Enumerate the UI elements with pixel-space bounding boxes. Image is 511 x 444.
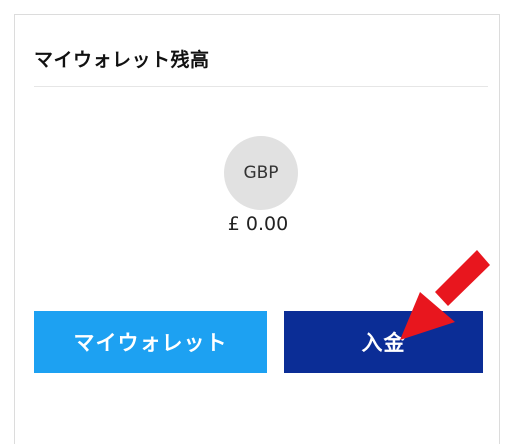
deposit-button[interactable]: 入金: [284, 311, 483, 373]
wallet-balance-card: マイウォレット残高 GBP £ 0.00 マイウォレット 入金: [14, 14, 500, 444]
balance-amount: £ 0.00: [227, 213, 289, 235]
deposit-button-label: 入金: [361, 331, 406, 355]
divider: [34, 86, 488, 87]
card-title: マイウォレット残高: [34, 49, 210, 71]
currency-badge: GBP: [224, 136, 298, 210]
currency-code: GBP: [243, 163, 279, 183]
my-wallet-button-label: マイウォレット: [73, 331, 228, 355]
my-wallet-button[interactable]: マイウォレット: [34, 311, 267, 373]
